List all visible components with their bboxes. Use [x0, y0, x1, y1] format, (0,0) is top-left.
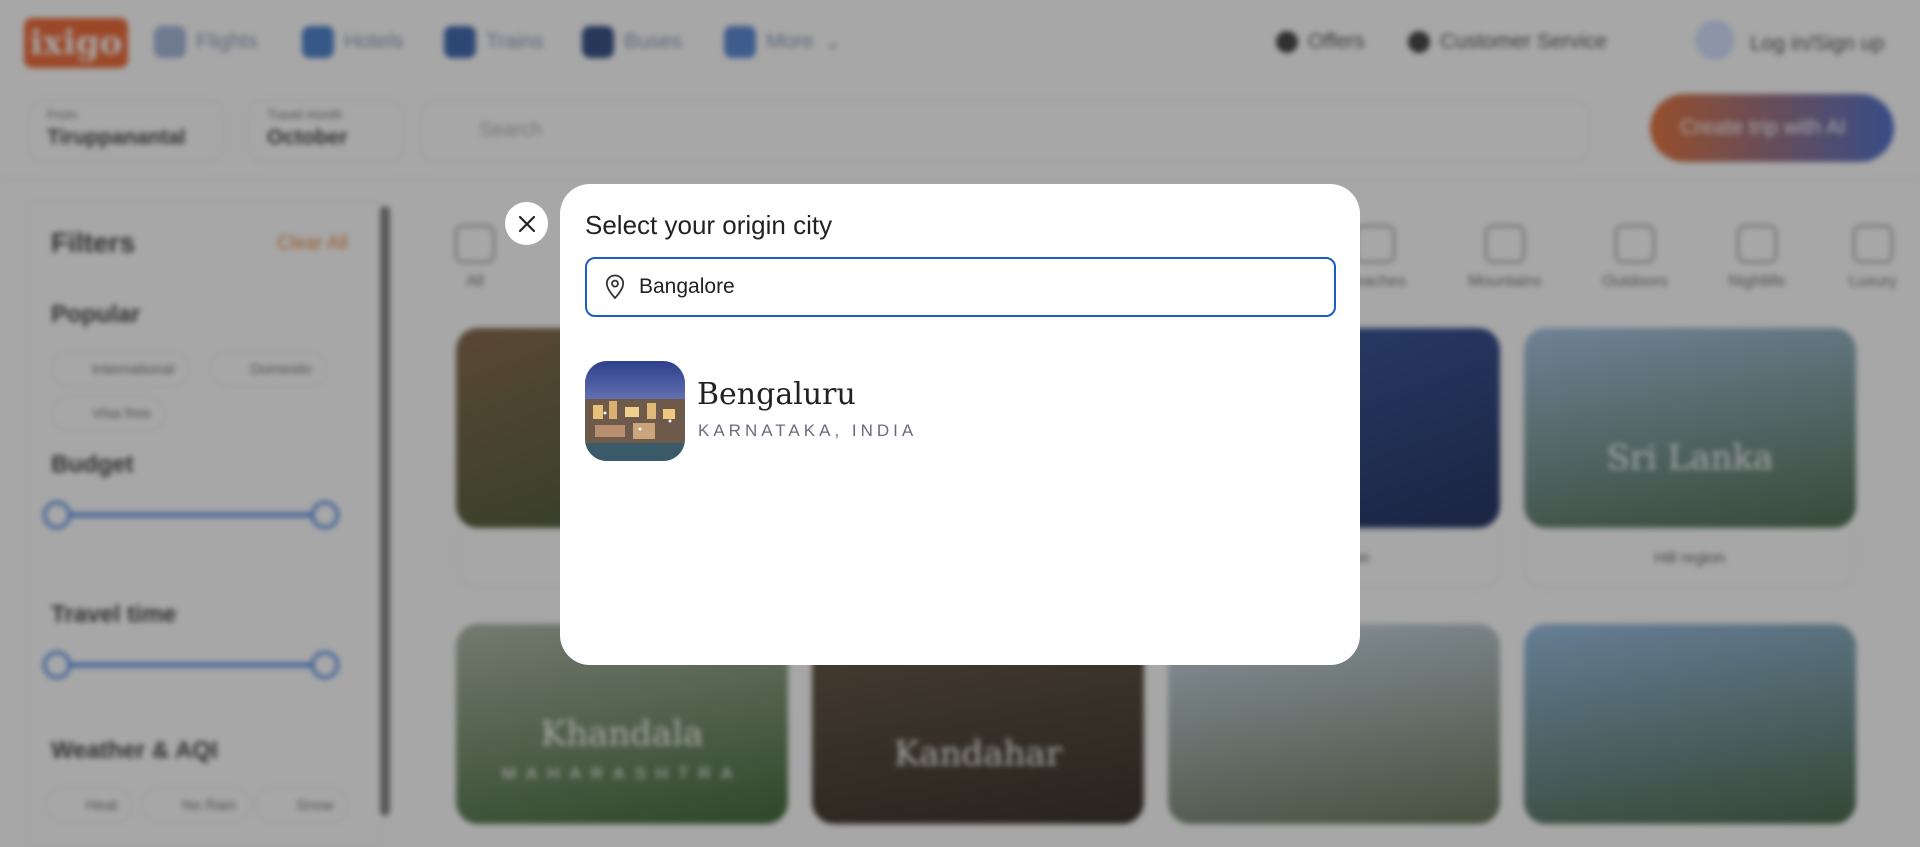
- page: ixigo Flights Hotels Trains Buses More ⌄ …: [0, 0, 1920, 847]
- origin-city-modal: Select your origin city Bangalore Bengal…: [560, 184, 1360, 665]
- location-pin-icon: [605, 274, 625, 300]
- close-button[interactable]: [505, 202, 548, 245]
- city-region: KARNATAKA, INDIA: [698, 421, 918, 440]
- city-skyline-image: [585, 361, 685, 461]
- city-name: Bengaluru: [697, 377, 856, 412]
- city-search-input[interactable]: Bangalore: [585, 257, 1336, 317]
- close-icon: [518, 215, 535, 232]
- city-search-value: Bangalore: [639, 275, 735, 298]
- modal-title: Select your origin city: [585, 210, 833, 240]
- city-result-item[interactable]: Bengaluru KARNATAKA, INDIA: [585, 361, 1336, 463]
- city-thumbnail: [585, 361, 685, 461]
